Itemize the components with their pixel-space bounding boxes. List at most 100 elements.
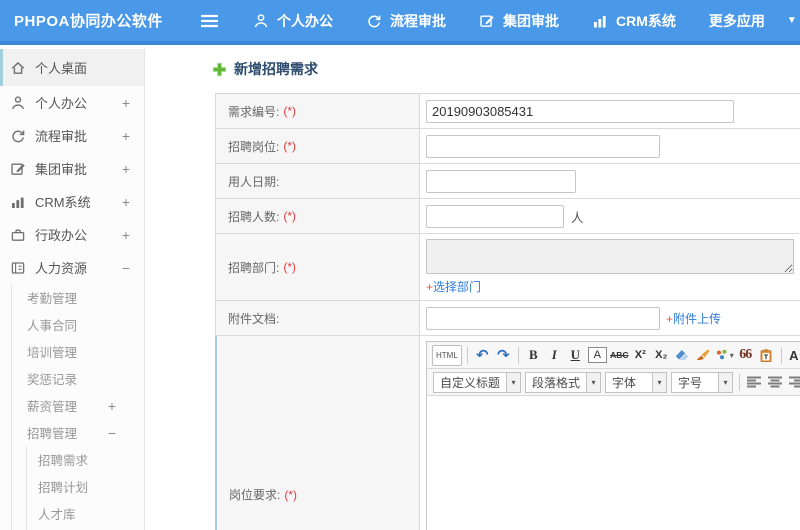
sidebar-item-hr-contracts[interactable]: 人事合同 xyxy=(0,311,144,338)
align-left-button[interactable] xyxy=(747,376,762,388)
nav-group-approval[interactable]: 集团审批 xyxy=(479,11,559,31)
collapse-icon[interactable]: − xyxy=(122,260,130,276)
sidebar-item-recruit-plan[interactable]: 招聘计划 xyxy=(0,473,144,500)
sidebar-item-admin-office[interactable]: 行政办公 + xyxy=(0,218,144,251)
required-marker: (*) xyxy=(283,139,297,153)
subscript-button[interactable]: X₂ xyxy=(652,345,671,366)
sidebar-item-training[interactable]: 培训管理 xyxy=(0,338,144,365)
paragraph-format-select[interactable]: 段落格式 ▾ xyxy=(525,371,602,393)
edit-icon xyxy=(479,13,495,29)
page-title: 新增招聘需求 xyxy=(212,59,318,79)
briefcase-icon xyxy=(10,227,26,243)
nav-crm-system[interactable]: CRM系统 xyxy=(592,11,676,31)
chevron-down-icon[interactable]: ▼ xyxy=(787,15,797,26)
hire-date-input[interactable] xyxy=(426,169,576,193)
font-size-select[interactable]: 字号 ▾ xyxy=(671,371,734,393)
color-palette-button[interactable]: ▾ xyxy=(715,345,734,366)
bold-button[interactable]: B xyxy=(524,345,543,366)
custom-heading-select[interactable]: 自定义标题 ▾ xyxy=(433,371,522,393)
position-input[interactable] xyxy=(426,134,660,158)
blockquote-button[interactable]: 66 xyxy=(736,345,755,366)
align-right-button[interactable] xyxy=(789,376,800,388)
collapse-icon[interactable]: − xyxy=(108,425,116,441)
sidebar-item-desktop[interactable]: 个人桌面 xyxy=(0,49,144,86)
superscript-button[interactable]: X² xyxy=(631,345,650,366)
paintbrush-icon xyxy=(697,349,710,361)
form-row-headcount: 招聘人数: (*) 人 xyxy=(216,199,800,234)
chevron-down-icon: ▾ xyxy=(729,350,734,360)
expand-icon[interactable]: + xyxy=(108,398,116,414)
field-label: 招聘岗位: (*) xyxy=(216,129,420,163)
person-icon xyxy=(10,95,26,111)
main-content: 新增招聘需求 需求编号: (*) 招聘岗位: (*) 用人日期: xyxy=(146,49,800,530)
menu-toggle-icon[interactable] xyxy=(200,14,220,28)
top-bar: PHPOA协同办公软件 个人办公 流程审批 集团审批 CRM系统 更多应用 ▼ xyxy=(0,0,800,45)
sidebar-item-label: 行政办公 xyxy=(35,228,88,243)
expand-icon[interactable]: + xyxy=(122,161,130,177)
sidebar-item-label: 人才库 xyxy=(38,508,76,522)
redo-button[interactable]: ↷ xyxy=(494,345,513,366)
nav-personal-office[interactable]: 个人办公 xyxy=(253,11,333,31)
font-style-button[interactable]: A xyxy=(587,347,607,363)
sidebar-item-recruitment[interactable]: 招聘管理 − xyxy=(0,419,144,446)
expand-icon[interactable]: + xyxy=(122,194,130,210)
sidebar-item-personal-office[interactable]: 个人办公 + xyxy=(0,86,144,119)
sidebar-item-attendance[interactable]: 考勤管理 xyxy=(0,284,144,311)
plus-glyph: + xyxy=(666,311,674,326)
sidebar-item-label: 个人桌面 xyxy=(35,61,88,76)
font-family-select[interactable]: 字体 ▾ xyxy=(605,371,668,393)
expand-icon[interactable]: + xyxy=(122,128,130,144)
underline-button[interactable]: U xyxy=(566,345,585,366)
plus-glyph: + xyxy=(426,280,434,294)
sidebar-item-label: 培训管理 xyxy=(27,346,78,360)
form-row-hire-date: 用人日期: xyxy=(216,164,800,199)
align-center-button[interactable] xyxy=(768,376,783,388)
nav-label: 个人办公 xyxy=(277,12,333,29)
sidebar-item-rewards[interactable]: 奖惩记录 xyxy=(0,365,144,392)
nav-label: 流程审批 xyxy=(390,12,446,29)
paste-text-button[interactable] xyxy=(757,345,776,366)
demand-no-input[interactable] xyxy=(426,99,734,123)
field-label: 需求编号: (*) xyxy=(216,94,420,128)
font-color-button[interactable]: A ▾ xyxy=(787,345,800,366)
toolbar-separator xyxy=(780,346,782,364)
form-row-position: 招聘岗位: (*) xyxy=(216,129,800,164)
sidebar-item-talent-pool[interactable]: 人才库 xyxy=(0,500,144,527)
workflow-icon xyxy=(366,13,382,29)
page-title-text: 新增招聘需求 xyxy=(234,61,318,77)
sidebar-item-group-approval[interactable]: 集团审批 + xyxy=(0,152,144,185)
sidebar-item-label: 奖惩记录 xyxy=(27,373,78,387)
source-code-button[interactable]: HTML xyxy=(432,344,462,366)
headcount-input[interactable] xyxy=(426,204,564,228)
unit-label: 人 xyxy=(571,210,584,225)
italic-button[interactable]: I xyxy=(545,345,564,366)
person-icon xyxy=(253,13,269,29)
sidebar-item-label: 考勤管理 xyxy=(27,292,78,306)
select-department-link[interactable]: +选择部门 xyxy=(426,278,481,295)
nav-workflow-approval[interactable]: 流程审批 xyxy=(366,11,446,31)
nav-more-apps[interactable]: 更多应用 xyxy=(709,11,765,31)
bar-chart-icon xyxy=(592,13,608,29)
upload-attachment-link[interactable]: +附件上传 xyxy=(666,310,721,327)
expand-icon[interactable]: + xyxy=(122,95,130,111)
expand-icon[interactable]: + xyxy=(122,227,130,243)
sidebar-item-workflow-approval[interactable]: 流程审批 + xyxy=(0,119,144,152)
top-nav: 个人办公 流程审批 集团审批 CRM系统 更多应用 ▼ xyxy=(220,11,797,31)
field-label: 岗位要求: (*) xyxy=(217,336,420,530)
attachment-input[interactable] xyxy=(426,306,660,330)
undo-button[interactable]: ↶ xyxy=(473,345,492,366)
job-requirements-editor-area[interactable] xyxy=(427,396,800,530)
sidebar-item-recruit-demand[interactable]: 招聘需求 xyxy=(0,446,144,473)
add-plus-icon xyxy=(212,62,227,77)
remove-format-button[interactable] xyxy=(673,345,692,366)
department-textarea[interactable] xyxy=(426,239,794,274)
required-marker: (*) xyxy=(283,260,297,274)
sidebar-item-salary[interactable]: 薪资管理 + xyxy=(0,392,144,419)
strikethrough-button[interactable]: ABC xyxy=(610,345,629,366)
sidebar-item-crm[interactable]: CRM系统 + xyxy=(0,185,144,218)
field-label: 附件文档: xyxy=(216,301,420,335)
home-icon xyxy=(10,60,26,76)
format-paint-button[interactable] xyxy=(694,345,713,366)
edit-icon xyxy=(10,161,26,177)
sidebar-item-hr[interactable]: 人力资源 − xyxy=(0,251,144,284)
